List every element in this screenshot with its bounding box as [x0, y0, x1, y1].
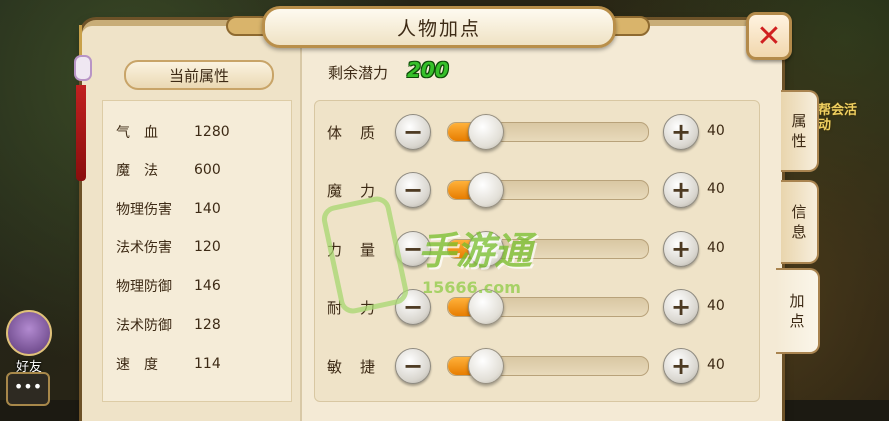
attribute-slider[interactable]: [447, 348, 649, 384]
plus-icon: +: [670, 235, 692, 263]
guild-event-banner[interactable]: 帮会活动: [818, 103, 858, 133]
side-tab-label: 加点: [789, 292, 805, 330]
stat-label: 魔 法: [116, 163, 158, 179]
window-title: 人物加点: [262, 6, 616, 48]
stat-label: 物理防御: [116, 279, 172, 295]
attribute-label: 体质: [327, 124, 394, 142]
plus-icon: +: [670, 118, 692, 146]
close-icon: ✕: [756, 18, 782, 54]
stat-row: 速 度 114: [116, 352, 221, 376]
slider-handle[interactable]: [468, 172, 504, 208]
friends-button[interactable]: 好友: [4, 310, 54, 375]
stat-label: 法术伤害: [116, 240, 172, 256]
attribute-label: 力量: [327, 241, 394, 259]
stat-value: 114: [194, 356, 221, 372]
attribute-slider[interactable]: [447, 289, 649, 325]
slider-handle[interactable]: [468, 289, 504, 325]
attribute-label: 魔力: [327, 182, 394, 200]
close-button[interactable]: ✕: [746, 12, 792, 60]
minus-icon: −: [402, 118, 424, 146]
chat-button[interactable]: •••: [6, 372, 50, 406]
stat-value: 120: [194, 239, 221, 255]
stat-row: 气 血 1280: [116, 120, 230, 144]
plus-icon: +: [670, 176, 692, 204]
attribute-row: 敏捷 − +40: [327, 346, 757, 386]
stat-label: 物理伤害: [116, 202, 172, 218]
attribute-slider[interactable]: [447, 172, 649, 208]
stat-value: 600: [194, 162, 221, 178]
stat-row: 魔 法 600: [116, 158, 221, 182]
attribute-row: 魔力 − +40: [327, 170, 757, 210]
increase-button[interactable]: +: [663, 114, 699, 150]
stat-label: 气 血: [116, 125, 158, 141]
slider-handle[interactable]: [468, 348, 504, 384]
attribute-label: 敏捷: [327, 358, 394, 376]
increase-button[interactable]: +: [663, 231, 699, 267]
plus-icon: +: [670, 352, 692, 380]
avatar: [6, 310, 52, 356]
chat-icon: •••: [13, 377, 43, 396]
side-tab[interactable]: 属性: [781, 90, 819, 172]
attribute-value: 40: [707, 240, 725, 256]
increase-button[interactable]: +: [663, 348, 699, 384]
decrease-button[interactable]: −: [395, 114, 431, 150]
attribute-row: 耐力 − +40: [327, 287, 757, 327]
attribute-value: 40: [707, 123, 725, 139]
current-attributes-tab: 当前属性: [124, 60, 274, 90]
slider-handle[interactable]: [468, 114, 504, 150]
attribute-slider[interactable]: [447, 231, 649, 267]
stat-row: 法术防御 128: [116, 313, 221, 337]
stat-value: 146: [194, 278, 221, 294]
stat-label: 法术防御: [116, 318, 172, 334]
stat-value: 128: [194, 317, 221, 333]
stat-value: 1280: [194, 124, 230, 140]
side-tab-label: 属性: [791, 112, 807, 150]
side-tab[interactable]: 加点: [776, 268, 820, 354]
attribute-value: 40: [707, 181, 725, 197]
increase-button[interactable]: +: [663, 289, 699, 325]
decrease-button[interactable]: −: [395, 348, 431, 384]
attribute-label: 耐力: [327, 299, 394, 317]
minus-icon: −: [402, 176, 424, 204]
decrease-button[interactable]: −: [395, 231, 431, 267]
attribute-slider[interactable]: [447, 114, 649, 150]
stat-row: 物理伤害 140: [116, 197, 221, 221]
attribute-value: 40: [707, 357, 725, 373]
decrease-button[interactable]: −: [395, 289, 431, 325]
slider-handle[interactable]: [468, 231, 504, 267]
attribute-row: 力量 − +40: [327, 229, 757, 269]
tassel-ornament: [72, 25, 92, 181]
attribute-row: 体质 − +40: [327, 112, 757, 152]
stat-row: 物理防御 146: [116, 274, 221, 298]
minus-icon: −: [402, 352, 424, 380]
decrease-button[interactable]: −: [395, 172, 431, 208]
minus-icon: −: [402, 293, 424, 321]
remaining-potential-label: 剩余潜力: [328, 64, 389, 82]
plus-icon: +: [670, 293, 692, 321]
remaining-potential-value: 200: [407, 58, 449, 82]
minus-icon: −: [402, 235, 424, 263]
stat-label: 速 度: [116, 357, 158, 373]
attribute-value: 40: [707, 298, 725, 314]
increase-button[interactable]: +: [663, 172, 699, 208]
side-tab-label: 信息: [791, 203, 807, 241]
stat-value: 140: [194, 201, 221, 217]
stat-row: 法术伤害 120: [116, 235, 221, 259]
side-tab[interactable]: 信息: [781, 180, 819, 264]
